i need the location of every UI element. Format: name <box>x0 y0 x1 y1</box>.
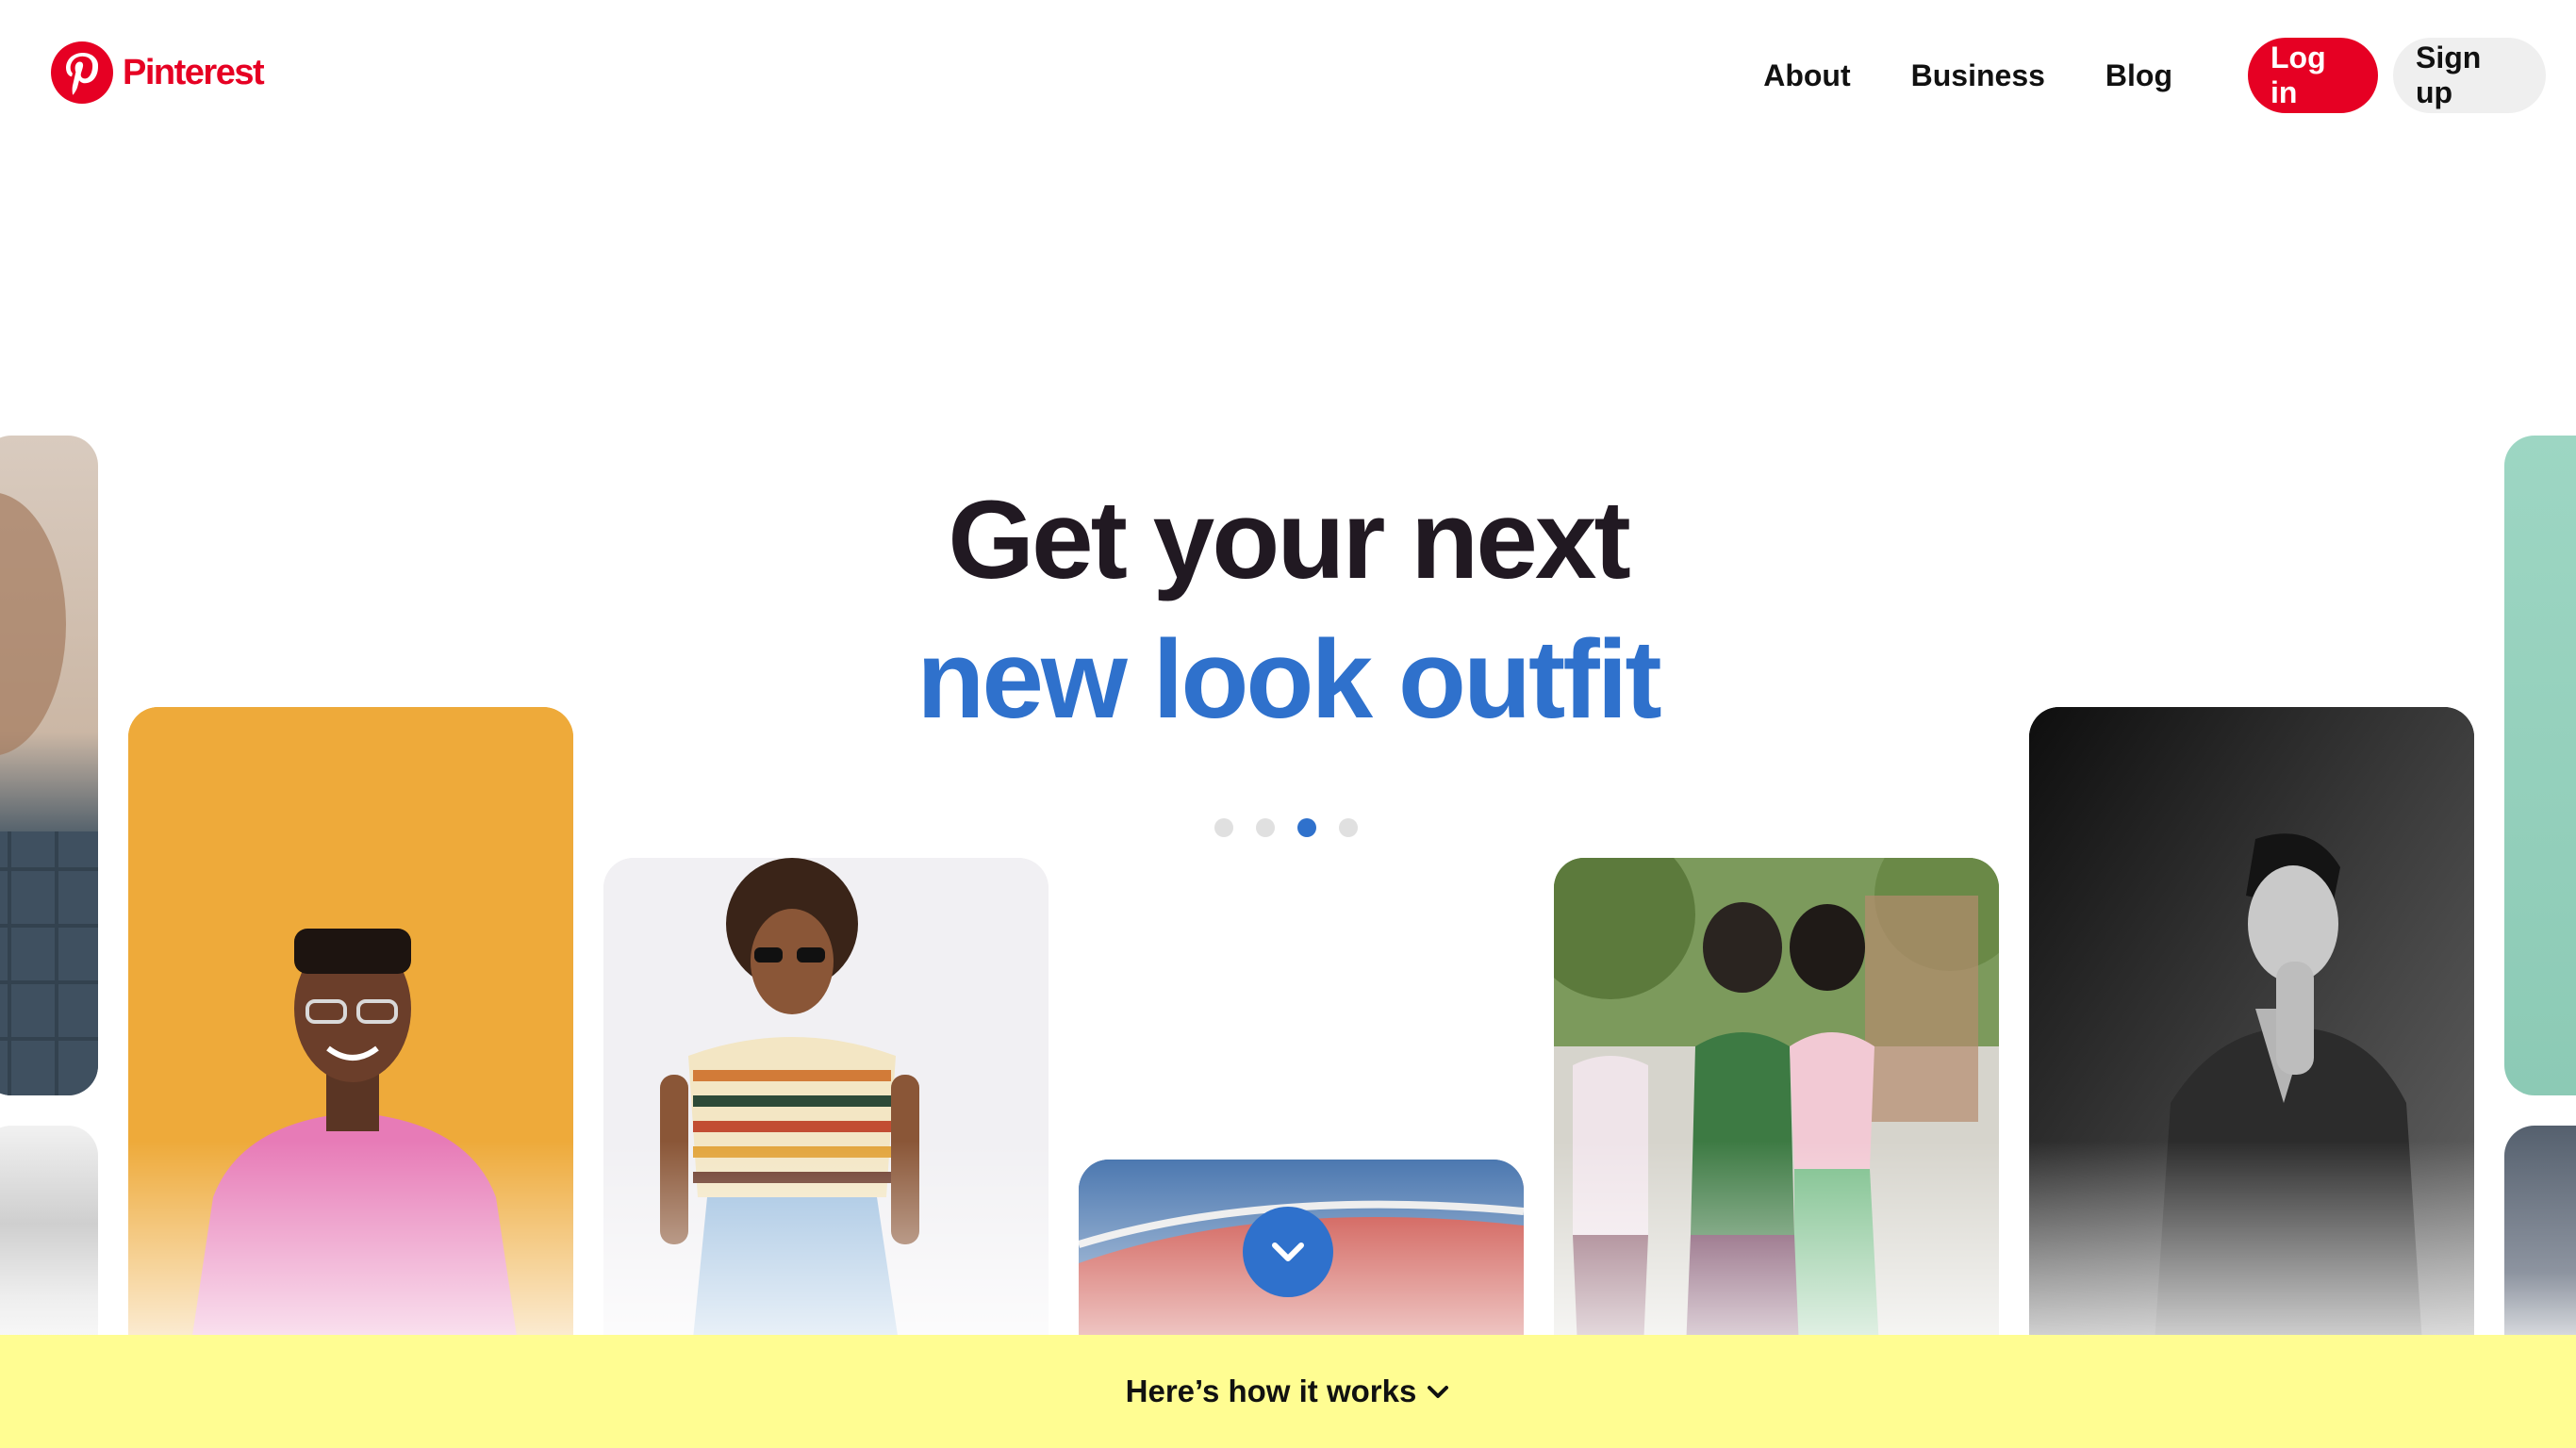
chevron-down-icon <box>1272 1242 1304 1261</box>
chevron-down-icon <box>1428 1386 1449 1398</box>
how-it-works-label: Here’s how it works <box>1125 1374 1417 1408</box>
login-button[interactable]: Log in <box>2248 38 2378 113</box>
carousel-dot-4[interactable] <box>1339 818 1358 837</box>
scroll-down-button[interactable] <box>1243 1207 1333 1297</box>
nav-blog-link[interactable]: Blog <box>2105 58 2172 93</box>
pin-card-street-style[interactable] <box>1554 858 1999 1386</box>
carousel-dots <box>1214 818 1380 837</box>
nav-about-link[interactable]: About <box>1763 58 1850 93</box>
brand-name: Pinterest <box>123 52 265 92</box>
pin-card-pink-sweater[interactable] <box>128 707 573 1386</box>
carousel-dot-2[interactable] <box>1256 818 1275 837</box>
top-nav-bar: Pinterest About Business Blog Log in Sig… <box>0 0 2576 151</box>
hero-title: Get your next <box>948 478 1631 602</box>
how-it-works-banner[interactable]: Here’s how it works <box>0 1335 2576 1448</box>
pin-card-right-bottom[interactable] <box>2504 1126 2576 1371</box>
pinterest-logo-icon <box>51 41 113 104</box>
carousel-dot-3[interactable] <box>1297 818 1316 837</box>
signup-button[interactable]: Sign up <box>2393 38 2546 113</box>
pin-card-left-bottom[interactable] <box>0 1126 98 1371</box>
nav-business-link[interactable]: Business <box>1911 58 2045 93</box>
pin-card-striped-tee[interactable] <box>603 858 1049 1386</box>
page: Pinterest About Business Blog Log in Sig… <box>0 0 2576 1448</box>
pin-card-bw-portrait[interactable] <box>2029 707 2474 1386</box>
carousel-dot-1[interactable] <box>1214 818 1233 837</box>
hero-subtitle: new look outfit <box>916 617 1661 742</box>
pinterest-logo-link[interactable]: Pinterest <box>51 41 265 104</box>
main-nav: About Business Blog Log in Sign up <box>1763 38 2546 113</box>
